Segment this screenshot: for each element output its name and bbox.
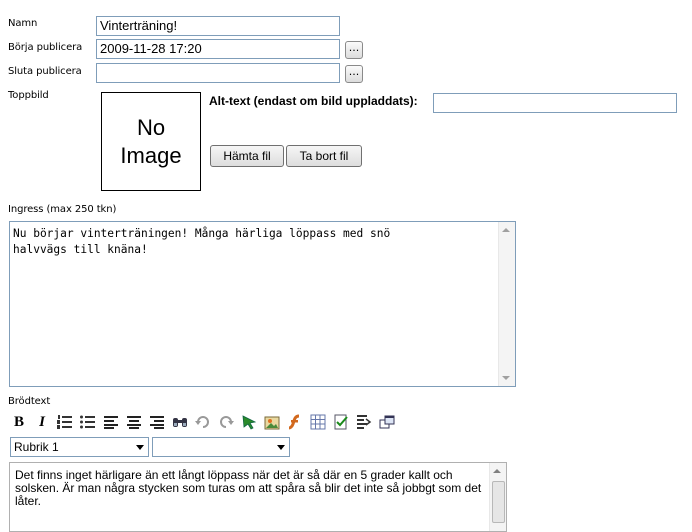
hamta-fil-button[interactable]: Hämta fil [210,145,284,167]
ingress-textarea[interactable]: Nu börjar vinterträningen! Många härliga… [9,221,516,387]
namn-input[interactable]: Vinterträning! [96,16,340,36]
insert-flash-icon[interactable] [286,413,304,431]
ingress-scrollbar[interactable] [498,222,515,386]
toggle-view-icon[interactable] [378,413,396,431]
sluta-publicera-label: Sluta publicera [8,66,82,77]
insert-table-icon[interactable] [309,413,327,431]
clean-format-icon[interactable] [355,413,373,431]
toppbild-label: Toppbild [8,90,49,101]
align-right-icon[interactable] [148,413,166,431]
redo-icon[interactable] [217,413,235,431]
scroll-thumb[interactable] [492,481,505,523]
borja-publicera-input[interactable]: 2009-11-28 17:20 [96,39,340,59]
brodtext-content: Det finns inget härligare än ett långt l… [15,468,482,508]
insert-link-icon[interactable] [240,413,258,431]
brodtext-editor[interactable]: Det finns inget härligare än ett långt l… [9,462,507,532]
find-icon[interactable] [171,413,189,431]
brodtext-label: Brödtext [8,396,51,407]
scroll-up-icon[interactable] [493,469,501,473]
sluta-publicera-input[interactable] [96,63,340,83]
borja-publicera-label: Börja publicera [8,42,83,53]
align-center-icon[interactable] [125,413,143,431]
bullet-list-icon[interactable] [79,413,97,431]
italic-icon[interactable]: I [33,413,51,431]
numbered-list-icon[interactable] [56,413,74,431]
sluta-publicera-picker-button[interactable]: ... [345,65,363,83]
alt-text-input[interactable] [433,93,677,113]
format-select[interactable]: Rubrik 1 [10,437,149,457]
insert-image-icon[interactable] [263,413,281,431]
scroll-up-icon[interactable] [502,228,510,232]
ta-bort-fil-button[interactable]: Ta bort fil [286,145,362,167]
alt-text-label: Alt-text (endast om bild uppladdats): [209,94,418,108]
undo-icon[interactable] [194,413,212,431]
ingress-text: Nu börjar vinterträningen! Många härliga… [13,227,391,256]
chevron-down-icon [136,445,144,450]
format-select-value: Rubrik 1 [14,440,59,454]
bold-icon[interactable]: B [10,413,28,431]
no-image-placeholder: No Image [101,92,201,191]
no-image-line1: No [136,114,166,140]
chevron-down-icon [277,445,285,450]
align-left-icon[interactable] [102,413,120,431]
style-select[interactable] [152,437,290,457]
spellcheck-icon[interactable] [332,413,350,431]
ingress-label: Ingress (max 250 tkn) [8,204,117,215]
no-image-line2: Image [120,142,182,168]
scroll-down-icon[interactable] [502,376,510,380]
namn-label: Namn [8,18,38,29]
borja-publicera-picker-button[interactable]: ... [345,41,363,59]
